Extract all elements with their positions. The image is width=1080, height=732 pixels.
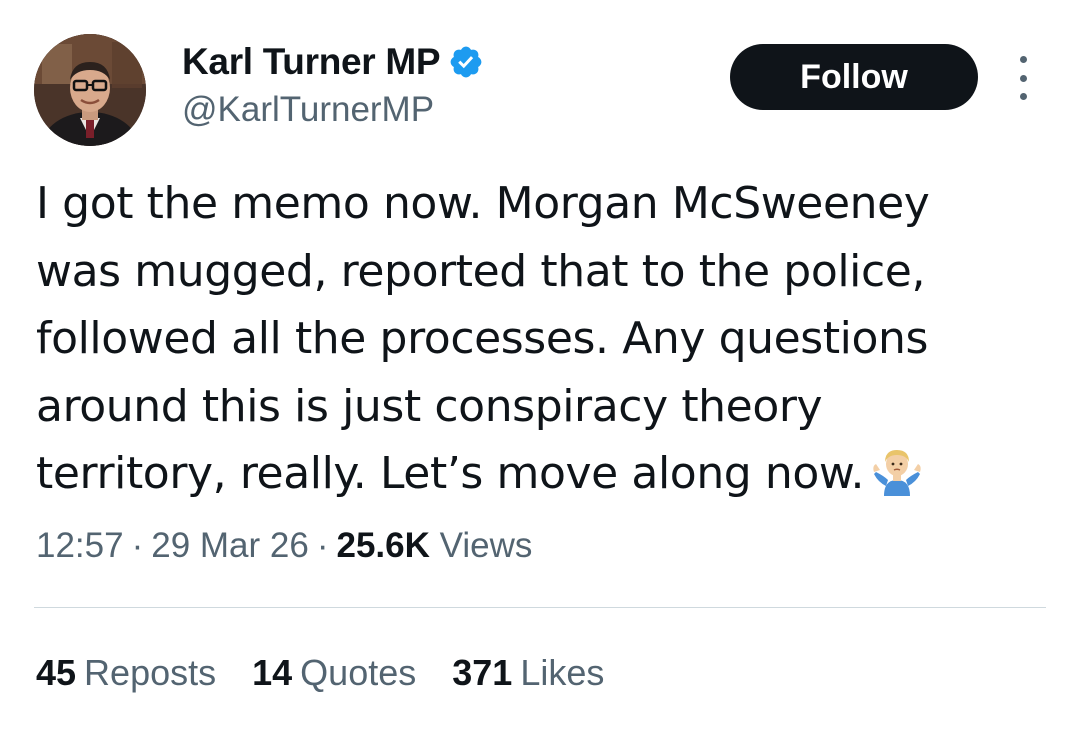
likes-label: Likes (520, 652, 605, 693)
profile-photo-icon (34, 34, 146, 146)
meta-separator: · (131, 526, 144, 565)
author-name-row[interactable]: Karl Turner MP (182, 40, 484, 84)
tweet-date[interactable]: 29 Mar 26 (151, 526, 309, 565)
tweet-time[interactable]: 12:57 (36, 526, 124, 565)
more-options-icon[interactable] (1010, 56, 1036, 100)
avatar[interactable] (34, 34, 146, 146)
likes-count: 371 (452, 652, 513, 693)
follow-button[interactable]: Follow (730, 44, 978, 110)
reposts-label: Reposts (84, 652, 217, 693)
tweet-text: I got the memo now. Morgan McSweeney was… (36, 170, 1046, 508)
tweet-text-line-content: territory, really. Let’s move along now. (36, 448, 865, 499)
author-handle[interactable]: @KarlTurnerMP (182, 90, 434, 130)
tweet-text-line: was mugged, reported that to the police, (36, 245, 926, 297)
divider (34, 607, 1046, 608)
tweet-text-line: I got the memo now. Morgan McSweeney (36, 178, 930, 229)
meta-separator: · (316, 526, 329, 565)
views-label: Views (439, 526, 533, 565)
quotes-stat[interactable]: 14 Quotes (252, 652, 416, 694)
tweet-text-line: followed all the processes. Any question… (36, 313, 929, 364)
person-shrugging-emoji-icon (870, 442, 924, 496)
likes-stat[interactable]: 371 Likes (452, 652, 604, 694)
quotes-label: Quotes (300, 652, 417, 693)
reposts-count: 45 (36, 652, 77, 693)
tweet-text-line-last: territory, really. Let’s move along now. (36, 440, 1046, 508)
tweet-meta: 12:57 · 29 Mar 26 · 25.6K Views (36, 526, 532, 566)
verified-badge-icon[interactable] (448, 44, 484, 80)
quotes-count: 14 (252, 652, 293, 693)
tweet-text-line: around this is just conspiracy theory (36, 380, 823, 432)
tweet-card: Karl Turner MP @KarlTurnerMP Follow I go… (0, 0, 1080, 732)
author-display-name[interactable]: Karl Turner MP (182, 41, 441, 83)
engagement-stats: 45 Reposts 14 Quotes 371 Likes (36, 652, 604, 694)
reposts-stat[interactable]: 45 Reposts (36, 652, 216, 694)
views-count: 25.6K (336, 526, 430, 565)
